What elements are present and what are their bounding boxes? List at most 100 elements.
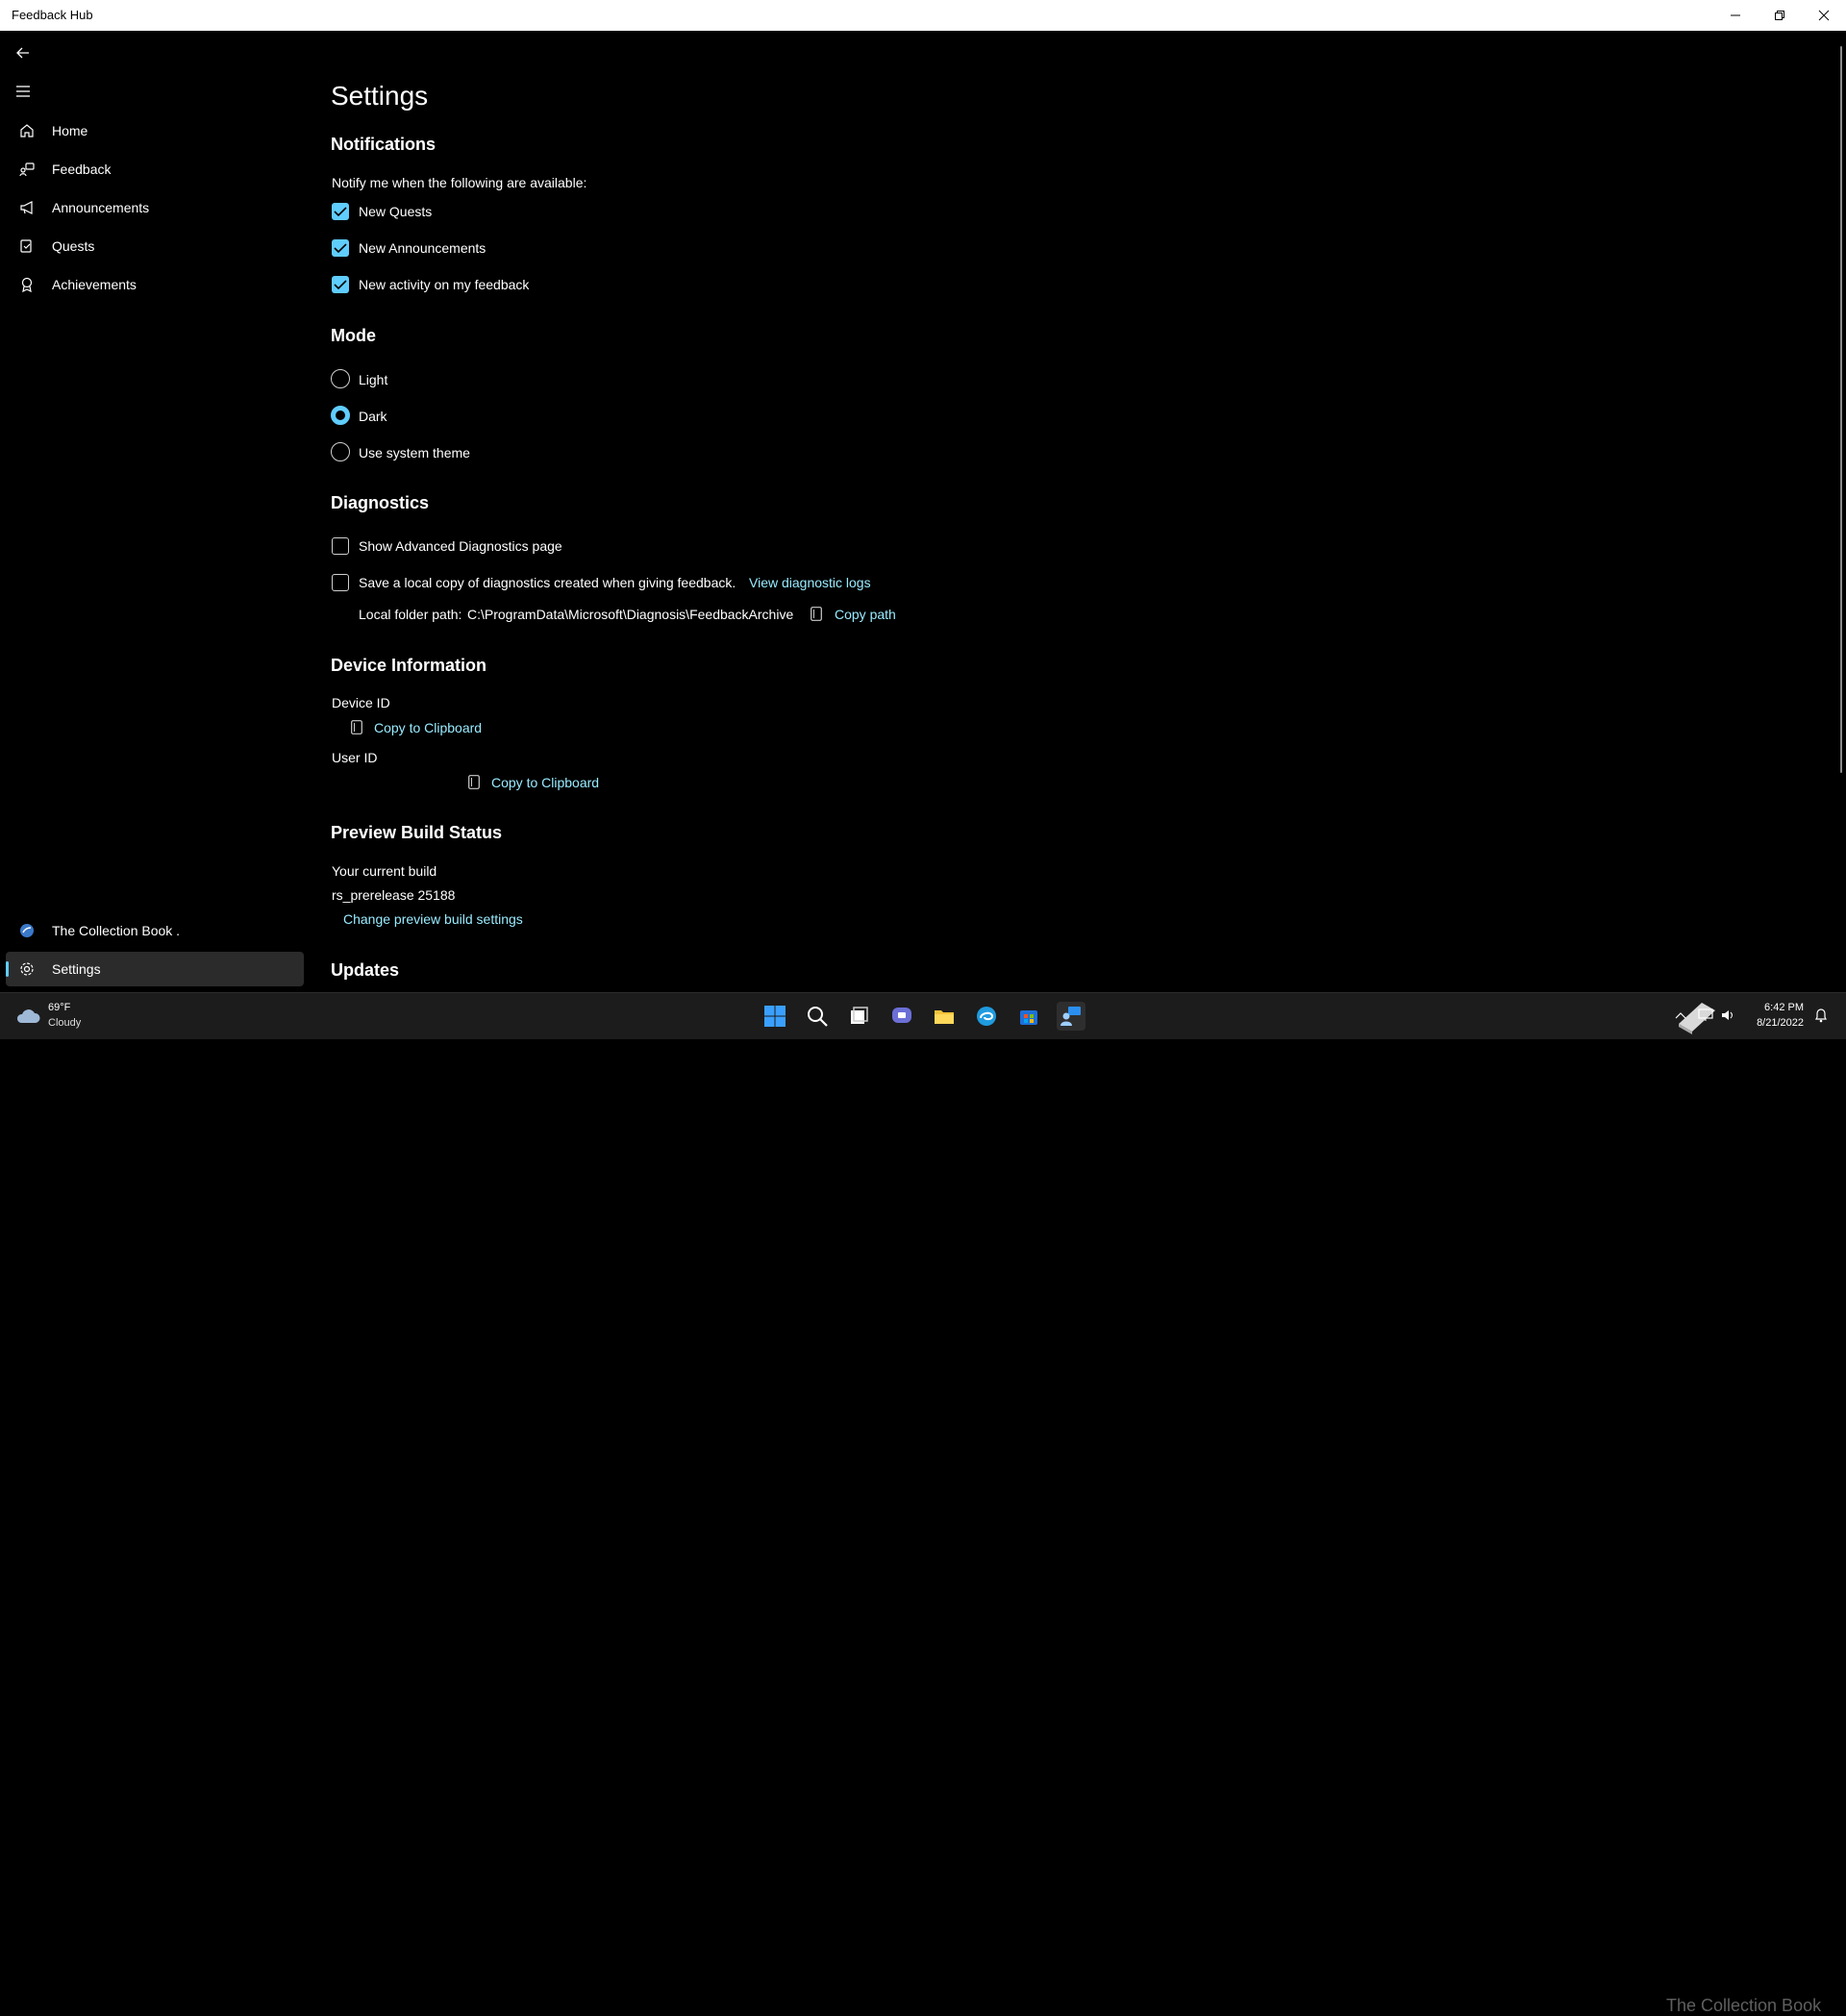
sidebar-item-announcements[interactable]: Announcements — [6, 190, 304, 225]
sidebar-item-label: Announcements — [52, 200, 150, 215]
feedback-hub-taskbar-button[interactable] — [1057, 1002, 1085, 1031]
sidebar-item-label: Quests — [52, 238, 95, 254]
back-button[interactable] — [10, 39, 37, 66]
local-folder-path: C:\ProgramData\Microsoft\Diagnosis\Feedb… — [467, 607, 794, 622]
scrollbar[interactable] — [1840, 46, 1842, 773]
dark-radio[interactable] — [331, 406, 350, 425]
sidebar-item-account[interactable]: The Collection Book . — [6, 913, 304, 948]
close-button[interactable] — [1802, 0, 1846, 31]
checkmark-icon — [334, 243, 347, 254]
search-icon — [808, 1007, 828, 1027]
sidebar-item-feedback[interactable]: Feedback — [6, 152, 304, 187]
folder-icon — [935, 1010, 954, 1024]
change-preview-build-link[interactable]: Change preview build settings — [343, 911, 523, 927]
title-bar: Feedback Hub — [0, 0, 1846, 31]
notifications-prompt: Notify me when the following are availab… — [332, 175, 587, 190]
notifications-heading: Notifications — [331, 135, 437, 154]
task-view-button[interactable] — [844, 1002, 873, 1031]
cloud-icon — [16, 1009, 40, 1023]
sidebar-item-label: Feedback — [52, 162, 112, 177]
copy-icon — [811, 607, 822, 621]
sidebar-item-achievements[interactable]: Achievements — [6, 267, 304, 302]
medal-icon — [15, 273, 38, 296]
sidebar-item-settings[interactable]: Settings — [6, 952, 304, 986]
file-explorer-button[interactable] — [930, 1002, 959, 1031]
new-activity-checkbox[interactable] — [332, 276, 349, 293]
new-quests-label[interactable]: New Quests — [359, 204, 432, 219]
hamburger-icon — [16, 86, 30, 97]
new-quests-checkbox[interactable] — [332, 203, 349, 220]
checkmark-icon — [334, 207, 347, 217]
new-announcements-label[interactable]: New Announcements — [359, 240, 486, 256]
light-radio[interactable] — [331, 369, 350, 388]
device-info-heading: Device Information — [331, 656, 487, 675]
weather-temperature: 69°F — [48, 1002, 71, 1013]
notifications-button[interactable] — [1811, 1005, 1831, 1026]
save-local-copy-checkbox[interactable] — [332, 574, 349, 591]
home-icon — [15, 119, 38, 142]
sidebar-item-label: Achievements — [52, 277, 137, 292]
volume-control[interactable] — [1719, 1005, 1738, 1026]
window-title: Feedback Hub — [12, 8, 93, 22]
user-id-label: User ID — [332, 750, 378, 765]
bell-icon — [1815, 1008, 1827, 1023]
copy-icon — [351, 720, 362, 734]
current-build-label: Your current build — [332, 863, 437, 879]
sidebar-item-label: The Collection Book . — [52, 923, 181, 938]
updates-heading: Updates — [331, 960, 400, 980]
checkmark-icon — [334, 280, 347, 290]
taskbar: 69°F Cloudy The Collection Book 6:42 PM … — [0, 992, 1846, 2015]
weather-widget[interactable] — [13, 1002, 42, 1031]
show-advanced-diagnostics-checkbox[interactable] — [332, 537, 349, 555]
dark-label[interactable]: Dark — [359, 409, 387, 424]
system-theme-label[interactable]: Use system theme — [359, 445, 470, 460]
preview-build-heading: Preview Build Status — [331, 823, 503, 842]
view-diagnostic-logs-link[interactable]: View diagnostic logs — [749, 575, 871, 590]
device-id-copy-label: Copy to Clipboard — [374, 720, 483, 735]
edge-button[interactable] — [972, 1002, 1001, 1031]
user-id-copy-button[interactable]: Copy to Clipboard — [468, 774, 612, 793]
mode-heading: Mode — [331, 326, 376, 345]
windows-logo-icon — [764, 1006, 786, 1027]
network-status[interactable] — [1696, 1005, 1715, 1026]
new-activity-label[interactable]: New activity on my feedback — [359, 277, 529, 292]
device-id-copy-button[interactable]: Copy to Clipboard — [351, 719, 495, 738]
user-id-copy-label: Copy to Clipboard — [491, 775, 600, 790]
copy-path-label: Copy path — [835, 607, 896, 622]
watermark-text: The Collection Book — [1666, 1996, 1822, 2015]
new-announcements-checkbox[interactable] — [332, 239, 349, 257]
quests-icon — [15, 235, 38, 258]
sidebar-item-quests[interactable]: Quests — [6, 229, 304, 263]
search-button[interactable] — [803, 1002, 832, 1031]
copy-icon — [468, 775, 480, 789]
clock-time[interactable]: 6:42 PM — [1750, 1002, 1804, 1013]
current-build-value: rs_prerelease 25188 — [332, 887, 456, 903]
network-icon — [1698, 1008, 1713, 1021]
device-id-label: Device ID — [332, 695, 390, 710]
chevron-up-icon — [1675, 1012, 1686, 1019]
show-hidden-icons-button[interactable] — [1671, 1005, 1690, 1026]
system-theme-radio[interactable] — [331, 442, 350, 461]
hamburger-menu-button[interactable] — [10, 78, 37, 105]
volume-icon — [1722, 1010, 1733, 1020]
diagnostics-heading: Diagnostics — [331, 493, 430, 512]
store-button[interactable] — [1014, 1002, 1043, 1031]
clock-date[interactable]: 8/21/2022 — [1740, 1017, 1804, 1029]
chat-icon — [892, 1008, 911, 1023]
save-local-copy-label[interactable]: Save a local copy of diagnostics created… — [359, 575, 736, 590]
light-label[interactable]: Light — [359, 372, 387, 387]
store-icon — [1020, 1010, 1037, 1025]
page-title: Settings — [331, 81, 429, 111]
show-advanced-diagnostics-label[interactable]: Show Advanced Diagnostics page — [359, 538, 562, 554]
copy-path-button[interactable]: Copy path — [811, 606, 907, 625]
feedback-hub-icon — [1060, 1007, 1081, 1026]
start-button[interactable] — [761, 1002, 789, 1031]
megaphone-icon — [15, 196, 38, 219]
chat-button[interactable] — [887, 1002, 916, 1031]
gear-icon — [15, 958, 38, 981]
sidebar-item-home[interactable]: Home — [6, 113, 304, 148]
local-folder-label: Local folder path: — [359, 607, 462, 622]
minimize-icon — [1731, 14, 1740, 16]
restore-button[interactable] — [1758, 0, 1802, 31]
minimize-button[interactable] — [1713, 0, 1758, 31]
